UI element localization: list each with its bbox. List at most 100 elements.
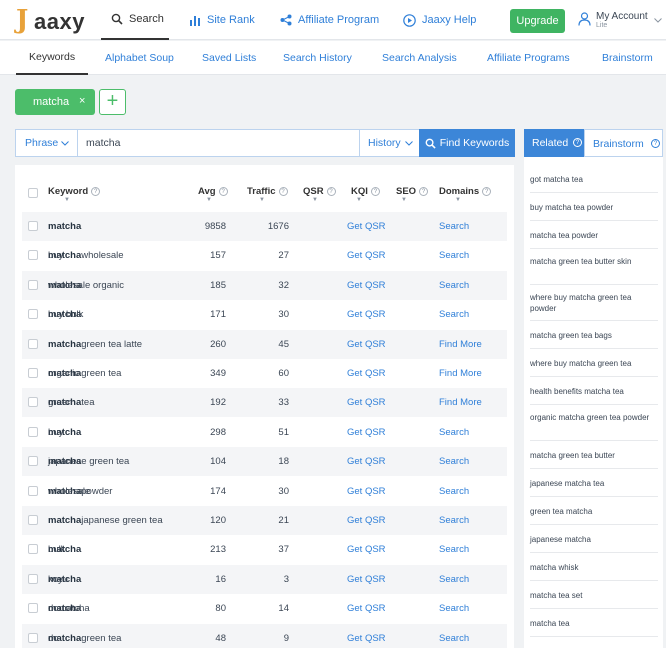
related-keyword[interactable]: matcha tea — [530, 609, 658, 637]
row-checkbox[interactable] — [28, 426, 38, 437]
related-keyword[interactable]: where buy matcha green tea — [530, 349, 658, 377]
domains-link[interactable]: Search — [439, 535, 469, 564]
related-keyword[interactable]: buy matcha tea powder — [530, 193, 658, 221]
col-traffic[interactable]: Traffic? — [247, 186, 288, 197]
get-qsr-link[interactable]: Get QSR — [347, 477, 386, 506]
get-qsr-link[interactable]: Get QSR — [347, 359, 386, 388]
related-keyword[interactable]: matcha tea powder — [530, 221, 658, 249]
domains-link[interactable]: Search — [439, 447, 469, 476]
tab-alphabet-soup[interactable]: Alphabet Soup — [105, 41, 174, 75]
get-qsr-link[interactable]: Get QSR — [347, 388, 386, 417]
col-kqi[interactable]: KQI? — [351, 186, 380, 197]
keyword-chip[interactable]: matcha × — [15, 89, 95, 115]
row-checkbox[interactable] — [28, 309, 38, 320]
col-avg[interactable]: Avg? — [198, 186, 228, 197]
row-checkbox[interactable] — [28, 544, 38, 555]
col-domains[interactable]: Domains? — [439, 186, 492, 197]
nav-search[interactable]: Search — [101, 0, 169, 40]
domains-link[interactable]: Search — [439, 594, 469, 623]
keyword-cell[interactable]: buy matcha — [48, 418, 81, 447]
get-qsr-link[interactable]: Get QSR — [347, 300, 386, 329]
get-qsr-link[interactable]: Get QSR — [347, 212, 386, 241]
nav-site-rank[interactable]: Site Rank — [190, 0, 255, 40]
get-qsr-link[interactable]: Get QSR — [347, 624, 386, 648]
keyword-cell[interactable]: japanese green tea matcha — [48, 447, 129, 476]
sort-icon[interactable]: ▼ — [455, 197, 461, 203]
row-checkbox[interactable] — [28, 485, 38, 496]
get-qsr-link[interactable]: Get QSR — [347, 241, 386, 270]
sort-icon[interactable]: ▼ — [206, 197, 212, 203]
tab-keywords[interactable]: Keywords — [16, 41, 89, 75]
related-keyword[interactable]: matcha whisk — [530, 553, 658, 581]
sort-icon[interactable]: ▼ — [259, 197, 265, 203]
row-checkbox[interactable] — [28, 221, 38, 231]
tab-related[interactable]: Related ? — [524, 129, 584, 157]
row-checkbox[interactable] — [28, 515, 38, 525]
tab-brainstorm[interactable]: Brainstorm — [602, 41, 653, 75]
find-keywords-button[interactable]: Find Keywords — [419, 129, 515, 157]
related-keyword[interactable]: got matcha tea — [530, 165, 658, 193]
keyword-cell[interactable]: wholesale organic matcha — [48, 271, 124, 300]
domains-link[interactable]: Find More — [439, 330, 482, 359]
keyword-cell[interactable]: organic matcha green tea — [48, 359, 121, 388]
row-checkbox[interactable] — [28, 279, 38, 290]
domains-link[interactable]: Search — [439, 271, 469, 300]
row-checkbox[interactable] — [28, 456, 38, 467]
keyword-cell[interactable]: green matcha tea — [48, 388, 94, 417]
related-keyword[interactable]: green tea matcha — [530, 497, 658, 525]
keyword-cell[interactable]: matcha — [48, 212, 81, 241]
sort-icon[interactable]: ▼ — [64, 197, 70, 203]
col-qsr[interactable]: QSR? — [303, 186, 336, 197]
sort-icon[interactable]: ▼ — [401, 197, 407, 203]
chip-close-icon[interactable]: × — [79, 95, 85, 107]
nav-affiliate-program[interactable]: Affiliate Program — [280, 0, 379, 40]
keyword-cell[interactable]: bulk matcha — [48, 535, 81, 564]
col-seo[interactable]: SEO? — [396, 186, 429, 197]
history-dropdown[interactable]: History — [359, 130, 419, 156]
keyword-cell[interactable]: domatcha matcha — [48, 594, 90, 623]
get-qsr-link[interactable]: Get QSR — [347, 565, 386, 594]
domains-link[interactable]: Search — [439, 418, 469, 447]
domains-link[interactable]: Search — [439, 624, 469, 648]
related-keyword[interactable]: health benefits matcha tea — [530, 377, 658, 405]
tab-search-analysis[interactable]: Search Analysis — [382, 41, 457, 75]
get-qsr-link[interactable]: Get QSR — [347, 506, 386, 535]
related-keyword[interactable]: matcha green tea butter skin — [530, 249, 658, 285]
domains-link[interactable]: Search — [439, 241, 469, 270]
domains-link[interactable]: Search — [439, 300, 469, 329]
keyword-cell[interactable]: wholesale matcha powder — [48, 477, 112, 506]
row-checkbox[interactable] — [28, 338, 38, 349]
get-qsr-link[interactable]: Get QSR — [347, 271, 386, 300]
domains-link[interactable]: Search — [439, 477, 469, 506]
related-keyword[interactable]: japanese matcha tea — [530, 469, 658, 497]
sort-icon[interactable]: ▼ — [312, 197, 318, 203]
domains-link[interactable]: Find More — [439, 388, 482, 417]
related-keyword[interactable]: matcha green tea butter — [530, 441, 658, 469]
related-keyword[interactable]: matcha green tea bags — [530, 321, 658, 349]
keyword-cell[interactable]: buy bulk matcha — [48, 300, 83, 329]
tab-search-history[interactable]: Search History — [283, 41, 352, 75]
related-keyword[interactable]: organic matcha green tea powder — [530, 405, 658, 441]
related-keyword[interactable]: where buy matcha green tea powder — [530, 285, 658, 321]
domains-link[interactable]: Search — [439, 212, 469, 241]
select-all-checkbox[interactable] — [28, 188, 38, 198]
keyword-cell[interactable]: matcha japanese green tea — [48, 506, 163, 535]
row-checkbox[interactable] — [28, 632, 38, 643]
sort-icon[interactable]: ▼ — [356, 197, 362, 203]
tab-affiliate-programs[interactable]: Affiliate Programs — [487, 41, 570, 75]
row-checkbox[interactable] — [28, 397, 38, 408]
tab-saved-lists[interactable]: Saved Lists — [202, 41, 256, 75]
row-checkbox[interactable] — [28, 250, 38, 261]
keyword-cell[interactable]: do matcha green tea — [48, 624, 121, 648]
keyword-cell[interactable]: buy matcha wholesale — [48, 241, 124, 270]
domains-link[interactable]: Search — [439, 506, 469, 535]
keyword-cell[interactable]: koyu matcha — [48, 565, 81, 594]
keyword-search-input[interactable]: matcha — [78, 130, 359, 156]
domains-link[interactable]: Search — [439, 565, 469, 594]
row-checkbox[interactable] — [28, 573, 38, 584]
domains-link[interactable]: Find More — [439, 359, 482, 388]
add-keyword-button[interactable]: + — [99, 89, 126, 115]
keyword-cell[interactable]: matcha green tea latte — [48, 330, 142, 359]
upgrade-button[interactable]: Upgrade — [510, 9, 565, 33]
row-checkbox[interactable] — [28, 603, 38, 614]
